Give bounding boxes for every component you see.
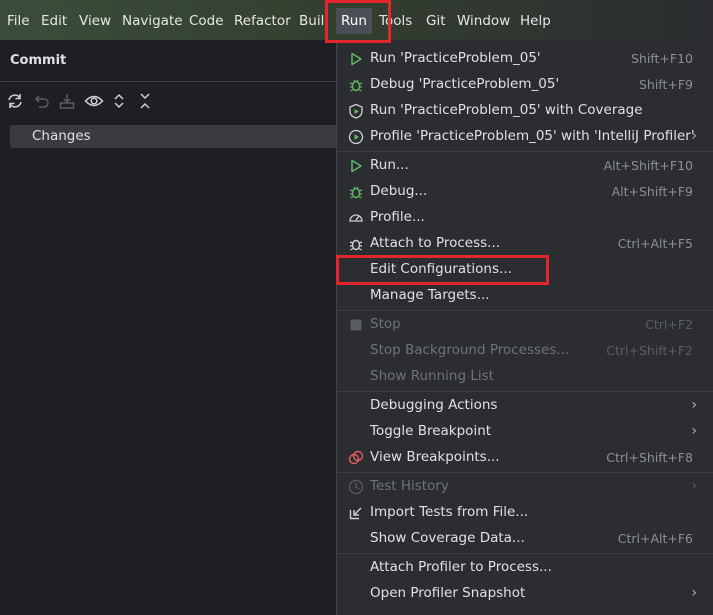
run-icon: [351, 52, 362, 66]
menu-item-profile-config[interactable]: Profile 'PracticeProblem_05' with 'Intel…: [337, 124, 713, 150]
menu-separator: [337, 310, 713, 311]
menu-item-toggle-breakpoint[interactable]: Toggle Breakpoint ›: [337, 419, 713, 445]
menu-item-debugging-actions[interactable]: Debugging Actions ›: [337, 393, 713, 419]
changes-label: Changes: [32, 128, 91, 144]
edit-configurations-highlight-box: [336, 255, 549, 285]
debug-icon: [349, 186, 363, 199]
commit-panel-title: Commit: [10, 53, 67, 68]
menu-item-attach-process[interactable]: Attach to Process... Ctrl+Alt+F5: [337, 231, 713, 257]
rollback-icon[interactable]: [32, 92, 50, 110]
menu-git[interactable]: Git: [426, 12, 446, 30]
menu-build[interactable]: Build: [299, 12, 325, 30]
menu-item-run-coverage[interactable]: Run 'PracticeProblem_05' with Coverage: [337, 98, 713, 124]
menu-refactor[interactable]: Refactor: [234, 12, 291, 30]
submenu-arrow-icon: ›: [691, 478, 697, 494]
menu-separator: [337, 472, 713, 473]
import-icon: [349, 507, 362, 520]
menu-item-show-coverage[interactable]: Show Coverage Data... Ctrl+Alt+F6: [337, 526, 713, 552]
run-icon: [351, 159, 362, 173]
submenu-arrow-icon: ›: [691, 423, 697, 439]
submenu-arrow-icon: ›: [691, 585, 697, 601]
run-menu-highlight-box: [325, 0, 391, 43]
menu-item-test-history[interactable]: Test History ›: [337, 474, 713, 500]
menu-separator: [337, 553, 713, 554]
menu-separator: [337, 391, 713, 392]
menu-item-stop[interactable]: Stop Ctrl+F2: [337, 312, 713, 338]
eye-icon[interactable]: [84, 92, 104, 110]
menu-item-manage-targets[interactable]: Manage Targets...: [337, 283, 713, 309]
menu-item-show-running-list[interactable]: Show Running List: [337, 364, 713, 390]
stop-icon: [350, 319, 362, 331]
menu-item-profile-dialog[interactable]: Profile...: [337, 205, 713, 231]
run-menu-dropdown: Run 'PracticeProblem_05' Shift+F10 Debug…: [336, 40, 713, 615]
menu-item-stop-background[interactable]: Stop Background Processes... Ctrl+Shift+…: [337, 338, 713, 364]
refresh-icon[interactable]: [6, 92, 24, 110]
history-icon: [348, 479, 364, 495]
commit-panel: Commit Changes: [0, 40, 336, 615]
menu-window[interactable]: Window: [457, 12, 510, 30]
coverage-icon: [349, 103, 363, 119]
expand-all-icon[interactable]: [110, 92, 128, 110]
menu-separator: [337, 151, 713, 152]
menu-edit[interactable]: Edit: [41, 12, 67, 30]
menu-navigate[interactable]: Navigate: [122, 12, 183, 30]
breakpoints-icon: [348, 450, 364, 465]
submenu-arrow-icon: ›: [691, 128, 697, 144]
gauge-icon: [349, 214, 363, 222]
shelve-icon[interactable]: [58, 92, 76, 110]
collapse-all-icon[interactable]: [136, 92, 154, 110]
menu-item-run-config[interactable]: Run 'PracticeProblem_05' Shift+F10: [337, 46, 713, 72]
menu-view[interactable]: View: [79, 12, 111, 30]
changes-node[interactable]: Changes: [10, 125, 336, 148]
menu-item-view-breakpoints[interactable]: View Breakpoints... Ctrl+Shift+F8: [337, 445, 713, 471]
debug-icon: [349, 79, 363, 92]
profiler-icon: [348, 129, 364, 145]
menu-item-import-tests[interactable]: Import Tests from File...: [337, 500, 713, 526]
menu-item-attach-profiler[interactable]: Attach Profiler to Process...: [337, 555, 713, 581]
menu-code[interactable]: Code: [189, 12, 224, 30]
submenu-arrow-icon: ›: [691, 397, 697, 413]
attach-debug-icon: [349, 239, 363, 251]
menu-item-run-dialog[interactable]: Run... Alt+Shift+F10: [337, 153, 713, 179]
menu-item-open-profiler-snapshot[interactable]: Open Profiler Snapshot ›: [337, 581, 713, 607]
menu-item-debug-config[interactable]: Debug 'PracticeProblem_05' Shift+F9: [337, 72, 713, 98]
menu-file[interactable]: File: [7, 12, 30, 30]
menu-item-debug-dialog[interactable]: Debug... Alt+Shift+F9: [337, 179, 713, 205]
panel-divider: [0, 81, 336, 82]
menu-help[interactable]: Help: [520, 12, 551, 30]
